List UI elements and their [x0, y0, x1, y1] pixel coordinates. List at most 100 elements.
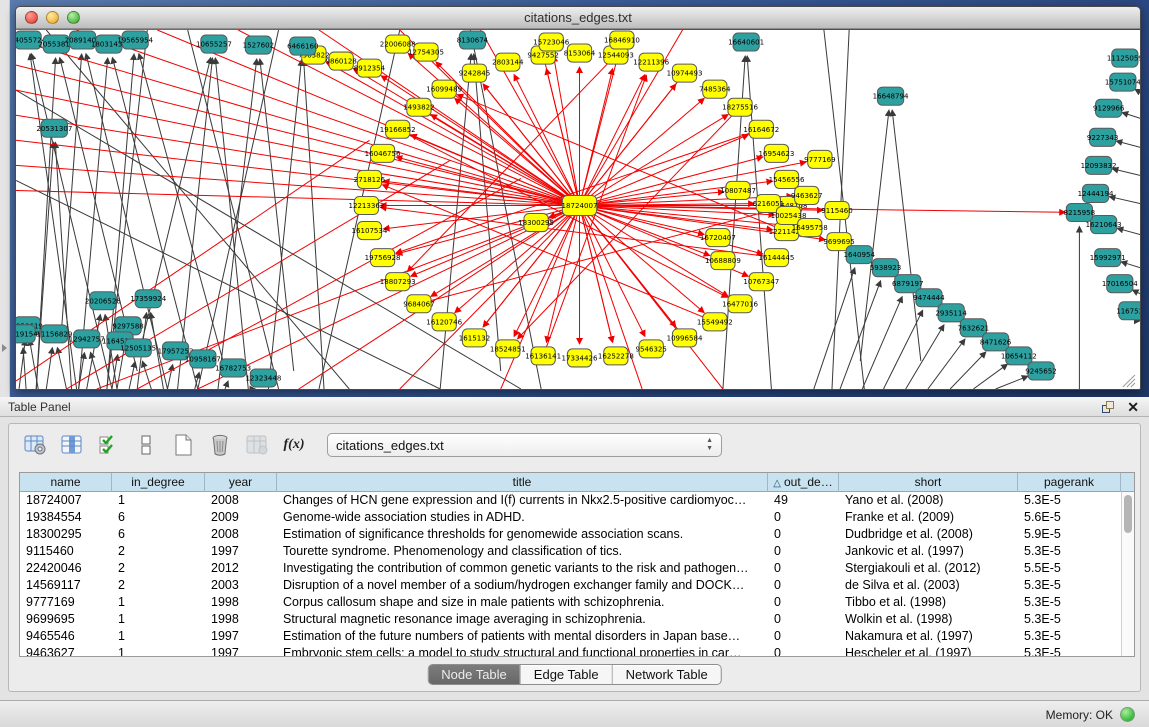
- table-row[interactable]: 2242004622012Investigating the contribut…: [20, 560, 1121, 577]
- graph-node-label: 1167534: [1116, 306, 1140, 315]
- minimize-window-button[interactable]: [46, 11, 59, 24]
- float-panel-icon[interactable]: [1102, 401, 1115, 414]
- graph-node-label: 18524851: [490, 344, 526, 353]
- table-cell: 1997: [205, 543, 277, 560]
- table-mode-icon[interactable]: [23, 433, 47, 457]
- status-bar: Memory: OK: [0, 700, 1149, 727]
- column-header-name[interactable]: name: [20, 473, 112, 492]
- column-header-pagerank[interactable]: pagerank: [1018, 473, 1121, 492]
- graph-node-label: 16648794: [873, 92, 909, 101]
- graph-node-label: 16144445: [758, 253, 794, 262]
- graph-edge: [580, 54, 619, 206]
- column-header-year[interactable]: year: [205, 473, 277, 492]
- tab-node-table[interactable]: Node Table: [428, 665, 520, 684]
- table-cell: 5.3E-5: [1018, 594, 1121, 611]
- table-cell: 1: [112, 628, 205, 645]
- table-toolbar: f(x) citations_edges.txt ▲▼: [9, 424, 1140, 466]
- graph-node-label: 19166852: [380, 125, 416, 134]
- table-cell: de Silva et al. (2003): [839, 577, 1018, 594]
- column-header-title[interactable]: title: [277, 473, 768, 492]
- graph-edge: [268, 60, 301, 389]
- table-scrollbar-thumb[interactable]: [1124, 495, 1132, 533]
- graph-node-label: 5938923: [870, 263, 901, 272]
- table-cell: 1: [112, 492, 205, 509]
- table-header-row: namein_degreeyeartitle△out_de…shortpager…: [20, 473, 1134, 492]
- graph-node-label: 8471626: [980, 337, 1012, 346]
- graph-node-label: 9129966: [1093, 104, 1125, 113]
- resize-grip-icon[interactable]: [1127, 379, 1135, 387]
- import-table-icon[interactable]: [245, 433, 269, 457]
- table-cell: 2: [112, 560, 205, 577]
- deselect-rows-icon[interactable]: [134, 433, 158, 457]
- table-cell: 0: [768, 645, 839, 656]
- table-cell: 5.3E-5: [1018, 645, 1121, 656]
- table-cell: Corpus callosum shape and size in male p…: [277, 594, 768, 611]
- select-column-icon[interactable]: [60, 433, 84, 457]
- graph-node-label: 16782753: [215, 363, 251, 372]
- table-row[interactable]: 946554611997Estimation of the future num…: [20, 628, 1121, 645]
- graph-node-label: 11125059: [1107, 54, 1140, 63]
- table-row[interactable]: 1830029562008Estimation of significance …: [20, 526, 1121, 543]
- graph-node-label: 16046756: [365, 149, 401, 158]
- table-row[interactable]: 1872400712008Changes of HCN gene express…: [20, 492, 1121, 509]
- resize-grip-icon[interactable]: [1131, 383, 1135, 387]
- graph-node-label: 15751074: [1105, 78, 1140, 87]
- function-builder-icon[interactable]: f(x): [282, 433, 306, 457]
- select-all-rows-icon[interactable]: [97, 433, 121, 457]
- graph-node-label: 10807487: [720, 186, 756, 195]
- memory-status-indicator[interactable]: [1120, 707, 1135, 722]
- citation-network-graph[interactable]: 1872400711548108122114281614444510767347…: [16, 30, 1140, 389]
- graph-node-label: 9777169: [804, 155, 835, 164]
- graph-node-label: 10654112: [1001, 351, 1037, 360]
- table-cell: 2: [112, 543, 205, 560]
- table-row[interactable]: 977716911998Corpus callosum shape and si…: [20, 594, 1121, 611]
- graph-edge: [814, 268, 855, 389]
- graph-node-label: 10688809: [705, 256, 741, 265]
- table-cell: Tourette syndrome. Phenomenology and cla…: [277, 543, 768, 560]
- table-row[interactable]: 969969511998Structural magnetic resonanc…: [20, 611, 1121, 628]
- table-row[interactable]: 946362711997Embryonic stem cells: a mode…: [20, 645, 1121, 656]
- graph-edge: [1122, 113, 1140, 119]
- graph-node-label: 18807293: [380, 277, 416, 286]
- network-window-title: citations_edges.txt: [16, 7, 1140, 28]
- tab-edge-table[interactable]: Edge Table: [520, 665, 612, 684]
- graph-node-label: 9319154: [16, 329, 38, 338]
- graph-edge: [225, 381, 228, 389]
- close-window-button[interactable]: [25, 11, 38, 24]
- graph-edge: [188, 30, 279, 389]
- graph-node-label: 16099489: [426, 85, 462, 94]
- graph-node-label: 2718126: [354, 175, 386, 184]
- table-row[interactable]: 911546021997Tourette syndrome. Phenomeno…: [20, 543, 1121, 560]
- control-panel-edge: [0, 0, 10, 397]
- tab-network-table[interactable]: Network Table: [612, 665, 721, 684]
- zoom-window-button[interactable]: [67, 11, 80, 24]
- memory-status-label: Memory: OK: [1046, 708, 1113, 722]
- table-cell: 5.3E-5: [1018, 543, 1121, 560]
- graph-edge: [906, 325, 944, 389]
- graph-node-label: 11156829: [36, 329, 72, 338]
- table-type-tabs: Node TableEdge TableNetwork Table: [427, 664, 722, 685]
- graph-node-label: 12211396: [633, 58, 669, 67]
- table-cell: 0: [768, 628, 839, 645]
- panel-expand-arrow-icon[interactable]: [2, 344, 7, 352]
- table-cell: 22420046: [20, 560, 112, 577]
- column-header-out_de[interactable]: △out_de…: [768, 473, 839, 492]
- column-header-in_degree[interactable]: in_degree: [112, 473, 205, 492]
- table-cell: Nakamura et al. (1997): [839, 628, 1018, 645]
- graph-edge: [1109, 197, 1140, 204]
- table-row[interactable]: 1456911722003Disruption of a novel membe…: [20, 577, 1121, 594]
- table-scrollbar[interactable]: [1121, 492, 1134, 656]
- column-header-short[interactable]: short: [839, 473, 1018, 492]
- network-canvas[interactable]: 1872400711548108122114281614444510767347…: [16, 30, 1140, 389]
- table-selector[interactable]: citations_edges.txt ▲▼: [327, 433, 722, 457]
- network-desktop-background: citations_edges.txt 18724007115481081221…: [10, 0, 1149, 397]
- close-panel-icon[interactable]: ✕: [1127, 397, 1139, 417]
- table-cell: 9777169: [20, 594, 112, 611]
- new-column-icon[interactable]: [171, 433, 195, 457]
- table-cell: Estimation of the future numbers of pati…: [277, 628, 768, 645]
- table-row[interactable]: 1938455462009Genome-wide association stu…: [20, 509, 1121, 526]
- delete-column-icon[interactable]: [208, 433, 232, 457]
- table-panel-body: f(x) citations_edges.txt ▲▼ namein_degre…: [8, 423, 1141, 692]
- table-cell: 0: [768, 577, 839, 594]
- network-window-titlebar[interactable]: citations_edges.txt: [16, 7, 1140, 29]
